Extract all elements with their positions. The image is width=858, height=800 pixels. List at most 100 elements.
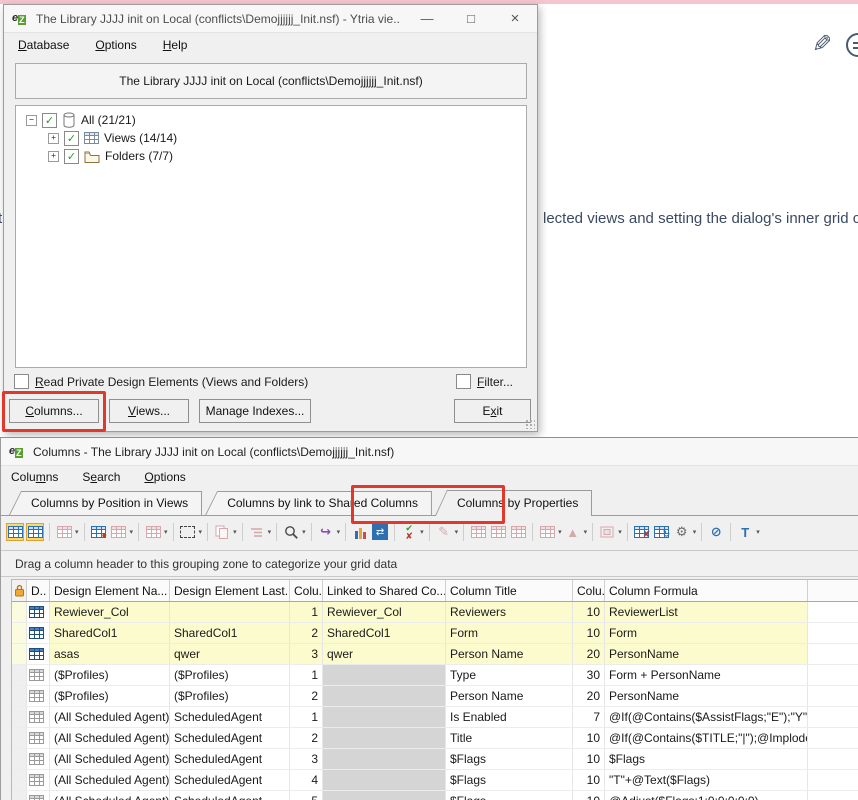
tree-item-all[interactable]: −✓All (21/21) — [16, 111, 526, 129]
views-button[interactable]: Views... — [109, 399, 189, 423]
search-icon — [282, 523, 300, 541]
grid-row[interactable]: ($Profiles)($Profiles)2Person Name20Pers… — [12, 686, 858, 707]
date-display-dropdown-icon[interactable]: ▾ — [558, 528, 562, 536]
row-properties-dropdown-icon[interactable]: ▾ — [164, 528, 168, 536]
compare-swap-button[interactable]: ⇄ — [370, 521, 390, 543]
cell-width: 10 — [573, 770, 605, 790]
expand-columns-dropdown-icon[interactable]: ▾ — [130, 528, 134, 536]
refresh-grid-button[interactable]: ↻ — [652, 521, 672, 543]
tree-item-folders[interactable]: +✓Folders (7/7) — [16, 147, 526, 165]
selector-menu-database[interactable]: Database — [18, 38, 69, 52]
columns-titlebar[interactable]: eZ Columns - The Library JJJJ init on Lo… — [1, 438, 858, 466]
chart-button[interactable] — [350, 521, 370, 543]
copy-dropdown-icon[interactable]: ▾ — [233, 528, 237, 536]
view-grid-button[interactable] — [25, 521, 45, 543]
row-properties-button[interactable]: ▾ — [143, 521, 169, 543]
text-format-dropdown-icon[interactable]: ▾ — [756, 528, 760, 536]
selector-titlebar[interactable]: eZ The Library JJJJ init on Local (confl… — [4, 5, 537, 33]
tools-button[interactable]: ⚙▾ — [672, 521, 698, 543]
exit-button[interactable]: Exit — [454, 399, 531, 423]
grid-row[interactable]: ($Profiles)($Profiles)1Type30Form + Pers… — [12, 665, 858, 686]
expander-all[interactable]: − — [26, 115, 37, 126]
grouping-zone[interactable]: Drag a column header to this grouping zo… — [1, 550, 858, 577]
selection-mode-button[interactable]: ▾ — [178, 521, 204, 543]
header-width[interactable]: Colu... — [573, 580, 605, 601]
search-dropdown-icon[interactable]: ▾ — [302, 528, 306, 536]
add-rows-button[interactable]: ▾ — [54, 521, 80, 543]
tab-columns-by-position-in-views[interactable]: Columns by Position in Views — [9, 491, 202, 515]
columns-menu-options[interactable]: Options — [144, 470, 185, 484]
header-linked[interactable]: Linked to Shared Co... — [323, 580, 446, 601]
tree-item-views[interactable]: +✓Views (14/14) — [16, 129, 526, 147]
grid-snapshot-button[interactable]: ● — [89, 521, 109, 543]
header-name[interactable]: Design Element Na... — [50, 580, 170, 601]
manage-indexes-button[interactable]: Manage Indexes... — [199, 399, 311, 423]
expander-views[interactable]: + — [48, 133, 59, 144]
filter-checkbox-row[interactable]: Filter... — [456, 374, 513, 389]
flags-grid-2-button[interactable] — [488, 521, 508, 543]
read-private-checkbox-row[interactable]: Read Private Design Elements (Views and … — [14, 374, 308, 389]
frame-options-dropdown-icon[interactable]: ▾ — [618, 528, 622, 536]
outline-indent-dropdown-icon[interactable]: ▾ — [268, 528, 272, 536]
validate-checks-dropdown-icon[interactable]: ▾ — [420, 528, 424, 536]
checkbox-views[interactable]: ✓ — [64, 131, 79, 146]
grid-row[interactable]: (All Scheduled Agent)ScheduledAgent1Is E… — [12, 707, 858, 728]
export-button[interactable]: ↪▾ — [316, 521, 342, 543]
header-title[interactable]: Column Title — [446, 580, 573, 601]
maximize-button[interactable]: □ — [449, 6, 493, 32]
columns-menu-search[interactable]: Search — [82, 470, 120, 484]
selector-menu-options[interactable]: Options — [95, 38, 136, 52]
grid-row[interactable]: Rewiever_Col1Rewiever_ColReviewers10Revi… — [12, 602, 858, 623]
pencil-icon[interactable]: ✎ — [812, 30, 832, 59]
column-histogram-dropdown-icon[interactable]: ▾ — [584, 528, 588, 536]
grid-row[interactable]: (All Scheduled Agent)ScheduledAgent5$Fla… — [12, 791, 858, 800]
header-last[interactable]: Design Element Last... — [170, 580, 290, 601]
resize-grip[interactable] — [525, 419, 535, 429]
edit-values-dropdown-icon[interactable]: ▾ — [455, 528, 459, 536]
read-private-checkbox[interactable] — [14, 374, 29, 389]
tab-columns-by-properties[interactable]: Columns by Properties — [435, 490, 592, 516]
grid-undo-button[interactable] — [508, 521, 528, 543]
remove-grid-button[interactable]: ✘ — [632, 521, 652, 543]
selector-menu-help[interactable]: Help — [163, 38, 188, 52]
tab-columns-by-link-to-shared-columns[interactable]: Columns by link to Shared Columns — [205, 491, 432, 515]
view-rows-button[interactable] — [5, 521, 25, 543]
grid-row[interactable]: asasqwer3qwerPerson Name20PersonName — [12, 644, 858, 665]
edit-values-button[interactable]: ✎▾ — [434, 521, 460, 543]
expand-columns-button[interactable]: ▾ — [109, 521, 135, 543]
selection-mode-dropdown-icon[interactable]: ▾ — [199, 528, 203, 536]
validate-checks-button[interactable]: ✔✘▾ — [399, 521, 425, 543]
frame-options-button[interactable]: ▾ — [597, 521, 623, 543]
header-lock[interactable] — [12, 580, 27, 601]
grid-row[interactable]: (All Scheduled Agent)ScheduledAgent3$Fla… — [12, 749, 858, 770]
column-histogram-button[interactable]: ▲▾ — [563, 521, 589, 543]
checkbox-folders[interactable]: ✓ — [64, 149, 79, 164]
cell-lock — [12, 644, 27, 664]
cell-width: 7 — [573, 707, 605, 727]
filter-checkbox[interactable] — [456, 374, 471, 389]
outline-indent-button[interactable]: ▾ — [247, 521, 273, 543]
add-rows-dropdown-icon[interactable]: ▾ — [75, 528, 79, 536]
header-spacer[interactable] — [808, 580, 858, 601]
header-formula[interactable]: Column Formula — [605, 580, 808, 601]
columns-menu-columns[interactable]: Columns — [11, 470, 58, 484]
grid-row[interactable]: (All Scheduled Agent)ScheduledAgent4$Fla… — [12, 770, 858, 791]
reload-ban-button[interactable]: ⊘ — [706, 521, 726, 543]
header-icon[interactable]: D.. — [27, 580, 50, 601]
text-format-button[interactable]: T▾ — [735, 521, 761, 543]
list-circle-icon[interactable] — [846, 33, 858, 57]
grid-row[interactable]: (All Scheduled Agent)ScheduledAgent2Titl… — [12, 728, 858, 749]
search-button[interactable]: ▾ — [281, 521, 307, 543]
grid-row[interactable]: SharedCol1SharedCol12SharedCol1Form10For… — [12, 623, 858, 644]
export-dropdown-icon[interactable]: ▾ — [337, 528, 341, 536]
expander-folders[interactable]: + — [48, 151, 59, 162]
minimize-button[interactable]: — — [405, 6, 449, 32]
tools-dropdown-icon[interactable]: ▾ — [693, 528, 697, 536]
copy-button[interactable]: ▾ — [212, 521, 238, 543]
flags-grid-1-button[interactable] — [468, 521, 488, 543]
columns-button[interactable]: Columns... — [9, 399, 99, 423]
header-pos[interactable]: Colu... — [290, 580, 323, 601]
close-button[interactable]: × — [493, 6, 537, 32]
checkbox-all[interactable]: ✓ — [42, 113, 57, 128]
date-display-button[interactable]: ▾ — [537, 521, 563, 543]
